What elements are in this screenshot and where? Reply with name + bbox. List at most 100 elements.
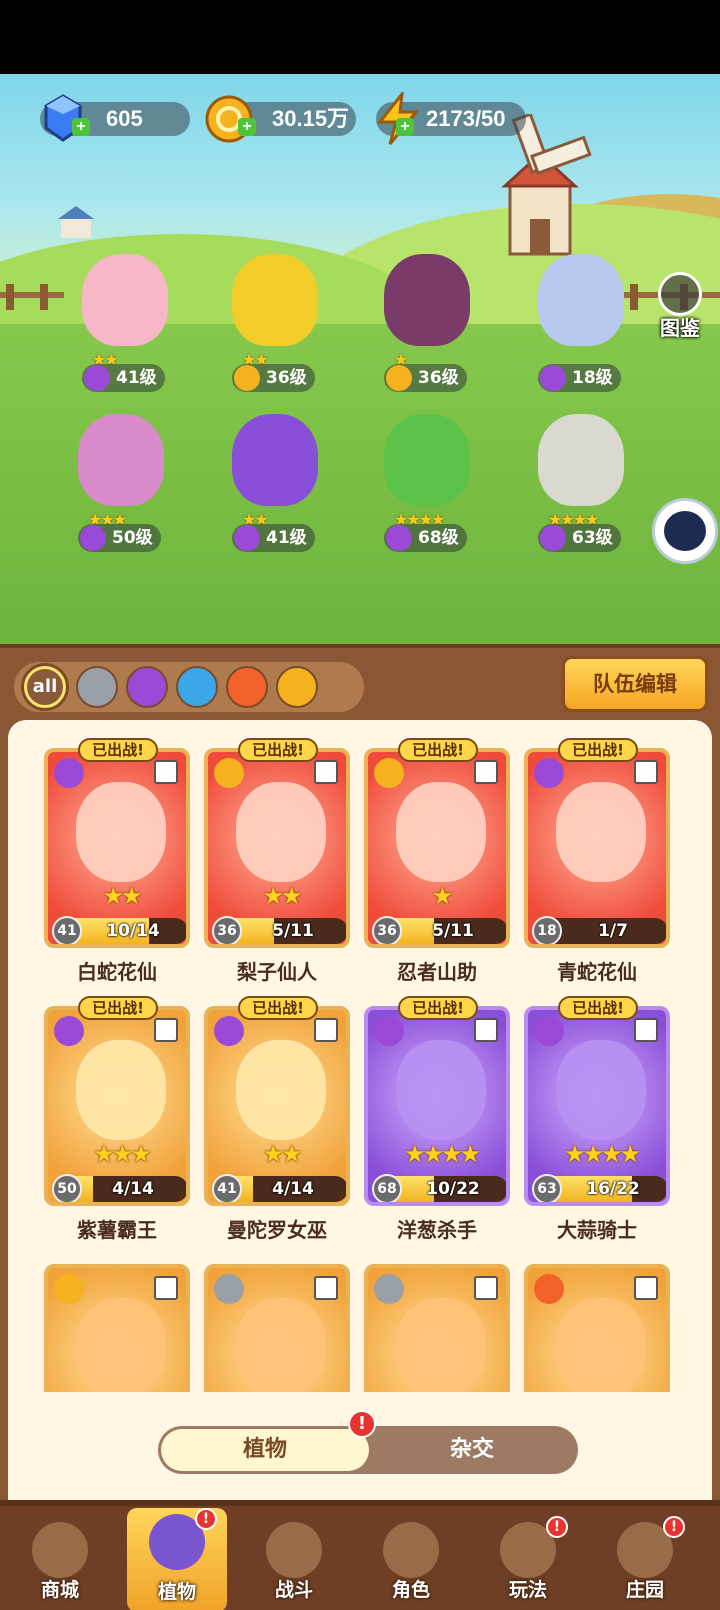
plant-card[interactable]: ★★★ 50 4/14 已出战! 紫薯霸王	[44, 996, 190, 1242]
element-icon	[374, 1274, 404, 1304]
scene-plant[interactable]: 18级	[518, 254, 638, 404]
card-frame: ★ 36 5/11	[364, 748, 510, 948]
scene-plant[interactable]: ★★ 36级	[212, 254, 332, 404]
plant-portrait	[396, 1040, 486, 1140]
plant-card[interactable]: ★ 36 5/11 已出战! 忍者山助	[364, 738, 510, 984]
plant-portrait	[236, 782, 326, 882]
scene-plant[interactable]: ★★★★ 63级	[518, 414, 638, 564]
formation-icon	[634, 1276, 658, 1300]
scene-plant[interactable]: ★★★★ 68级	[364, 414, 484, 564]
plant-portrait	[76, 1298, 166, 1392]
deployed-badge: 已出战!	[78, 738, 158, 762]
add-energy-icon[interactable]: +	[396, 118, 414, 136]
plant-level: 63级	[572, 528, 613, 548]
formation-icon	[154, 1018, 178, 1042]
filter-water-icon[interactable]	[176, 666, 218, 708]
card-frame: ★★★★ 68 10/22	[364, 1006, 510, 1206]
element-icon	[214, 1274, 244, 1304]
encyclopedia-label: 图鉴	[660, 316, 700, 340]
card-name: 忍者山助	[397, 960, 477, 984]
card-grid-container: ★★ 41 10/14 已出战! 白蛇花仙 ★★ 36 5/11 已出战! 梨子仙人 ★ 36 5/11…	[8, 720, 712, 1500]
plant-level: 68级	[418, 528, 459, 548]
filter-potion-icon[interactable]	[126, 666, 168, 708]
element-icon	[534, 1274, 564, 1304]
plant-card[interactable]	[364, 1264, 510, 1392]
plant-card[interactable]: ★★ 41 4/14 已出战! 曼陀罗女巫	[204, 996, 350, 1242]
plant-card[interactable]	[204, 1264, 350, 1392]
energy-amount: 2173/50	[426, 106, 506, 131]
formation-icon	[154, 1276, 178, 1300]
plant-card[interactable]	[524, 1264, 670, 1392]
filter-fire-icon[interactable]	[226, 666, 268, 708]
scene-plant[interactable]: ★ 36级	[364, 254, 484, 404]
gem-counter[interactable]: + 605	[40, 94, 190, 142]
nav-item[interactable]: 战斗	[244, 1516, 344, 1610]
nav-item[interactable]: 玩法!	[478, 1516, 578, 1610]
lightning-icon	[234, 365, 260, 391]
fence	[0, 284, 64, 310]
gold-counter[interactable]: + 30.15万	[205, 95, 356, 143]
plant-card[interactable]: ★★ 36 5/11 已出战! 梨子仙人	[204, 738, 350, 984]
plant-card-panel: ★★ 41 10/14 已出战! 白蛇花仙 ★★ 36 5/11 已出战! 梨子仙人 ★ 36 5/11…	[0, 720, 720, 1500]
scene-plant[interactable]: ★★★ 50级	[58, 414, 178, 564]
card-name: 紫薯霸王	[77, 1218, 157, 1242]
add-gems-icon[interactable]: +	[72, 118, 90, 136]
filter-all-button[interactable]: all	[24, 666, 66, 708]
plant-level-badge: 41级	[82, 364, 165, 392]
notification-badge: !	[348, 1410, 376, 1438]
deployed-badge: 已出战!	[398, 996, 478, 1020]
formation-icon	[314, 760, 338, 784]
plant-portrait	[556, 782, 646, 882]
nav-label: 植物	[157, 1581, 196, 1603]
assistant-avatar-button[interactable]	[652, 498, 718, 564]
nav-item[interactable]: 庄园!	[595, 1516, 695, 1610]
plant-card[interactable]: ★★ 41 10/14 已出战! 白蛇花仙	[44, 738, 190, 984]
card-frame: ★★★★ 63 16/22	[524, 1006, 670, 1206]
toggle-plants[interactable]: 植物	[161, 1429, 369, 1471]
plant-hybrid-toggle[interactable]: 植物 杂交 !	[158, 1410, 578, 1474]
card-stars: ★★★★	[403, 1140, 481, 1168]
formation-icon	[634, 760, 658, 784]
nav-icon	[32, 1522, 88, 1578]
nav-item[interactable]: 角色	[361, 1516, 461, 1610]
deployed-badge: 已出战!	[238, 996, 318, 1020]
card-name: 梨子仙人	[237, 960, 317, 984]
card-stars: ★★	[102, 882, 142, 910]
card-progress: 10/14	[106, 921, 160, 941]
plant-level: 18级	[572, 368, 613, 388]
scene-plant[interactable]: ★★ 41级	[62, 254, 182, 404]
deployed-badge: 已出战!	[238, 738, 318, 762]
plant-level: 50级	[112, 528, 153, 548]
plant-card[interactable]: ★★★★ 63 16/22 已出战! 大蒜骑士	[524, 996, 670, 1242]
cottage-icon	[58, 206, 94, 238]
plant-card[interactable]: 18 1/7 已出战! 青蛇花仙	[524, 738, 670, 984]
nav-item[interactable]: 商城	[10, 1516, 110, 1610]
card-progress: 16/22	[586, 1179, 640, 1199]
plant-portrait	[396, 782, 486, 882]
team-edit-button[interactable]: 队伍编辑	[562, 656, 708, 712]
nav-item[interactable]: 植物!	[127, 1508, 227, 1610]
notification-badge: !	[663, 1516, 685, 1538]
filter-sword-icon[interactable]	[76, 666, 118, 708]
card-progress: 10/22	[426, 1179, 480, 1199]
energy-counter[interactable]: + 2173/50	[376, 92, 526, 145]
plant-level: 41级	[116, 368, 157, 388]
card-stars: ★★	[262, 882, 302, 910]
element-icon	[54, 1016, 84, 1046]
deployed-badge: 已出战!	[78, 996, 158, 1020]
filter-lightning-icon[interactable]	[276, 666, 318, 708]
toggle-hybrid[interactable]: 杂交	[368, 1429, 576, 1471]
formation-icon	[314, 1018, 338, 1042]
card-name: 曼陀罗女巫	[227, 1218, 327, 1242]
card-grid[interactable]: ★★ 41 10/14 已出战! 白蛇花仙 ★★ 36 5/11 已出战! 梨子仙人 ★ 36 5/11…	[8, 720, 712, 1392]
card-progress: 4/14	[112, 1179, 154, 1199]
add-gold-icon[interactable]: +	[238, 118, 256, 136]
plant-portrait	[396, 1298, 486, 1392]
formation-icon	[154, 760, 178, 784]
scene-plant[interactable]: ★★ 41级	[212, 414, 332, 564]
nav-label: 战斗	[274, 1579, 313, 1601]
element-icon	[54, 1274, 84, 1304]
encyclopedia-button[interactable]: 图鉴	[650, 272, 710, 342]
plant-card[interactable]	[44, 1264, 190, 1392]
plant-card[interactable]: ★★★★ 68 10/22 已出战! 洋葱杀手	[364, 996, 510, 1242]
